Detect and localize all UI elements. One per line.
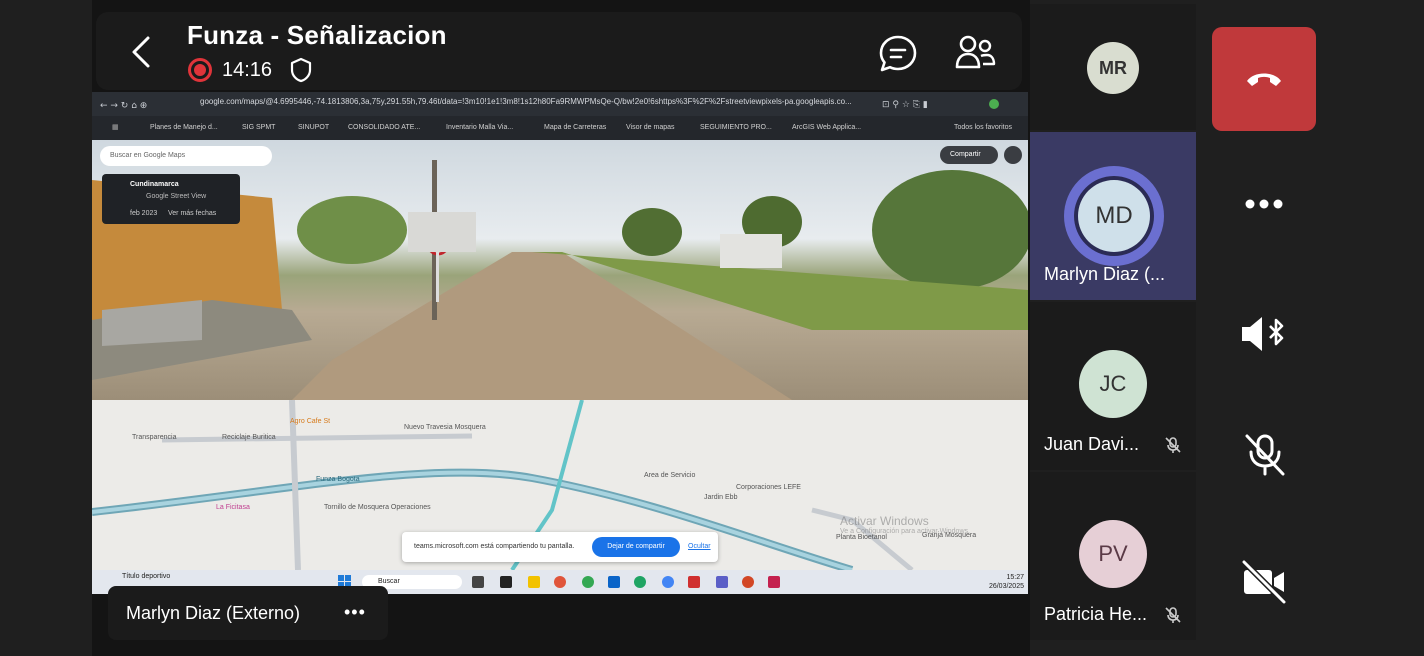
taskbar-app-icons[interactable] [472,574,792,590]
map-label: La Ficitasa [216,504,250,511]
map-label: Nuevo Travesia Mosquera [404,424,486,431]
browser-nav-icons: ← → ↻ ⌂ ⊕ [100,101,147,110]
taskbar-clock: 15:27 26/03/2025 [984,573,1024,591]
bookmark-item[interactable]: SIG SPMT [242,124,275,131]
share-notice-text: teams.microsoft.com está compartiendo tu… [414,543,575,550]
map-label: Transparencia [132,434,177,441]
recording-icon [188,58,212,82]
maps-search-input[interactable]: Buscar en Google Maps [100,146,272,166]
bookmark-item[interactable]: Visor de mapas [626,124,675,131]
bookmarks-bar: ▦ Planes de Manejo d... SIG SPMT SINUPOT… [92,116,1028,140]
shield-icon[interactable] [289,57,313,83]
close-icon[interactable] [1004,146,1022,164]
taskbar-weather[interactable]: Título deportivo [122,573,170,580]
map-label: Jardin Ebb [704,494,738,501]
participant-name: Marlyn Diaz (... [1044,264,1166,284]
road-label: Funza Bogota [316,476,360,483]
map-label: Corporaciones LEFE [736,484,801,491]
bookmark-item[interactable]: ArcGIS Web Applica... [792,124,861,131]
bookmark-item[interactable]: SINUPOT [298,124,329,131]
map-label: Planta Bioetanol [836,534,887,541]
svg-text:⊡ ⚲ ☆ ⎘ ▮: ⊡ ⚲ ☆ ⎘ ▮ [882,100,928,110]
presenter-name: Marlyn Diaz (Externo) [126,603,301,623]
more-actions-icon[interactable] [1244,196,1284,212]
end-call-button[interactable] [1212,27,1316,131]
camera-off-icon[interactable] [1240,560,1288,604]
microphone-off-icon[interactable] [1243,432,1287,478]
participant-tile[interactable]: JC Juan Davi... [1030,302,1196,470]
participants-icon[interactable] [954,34,996,74]
screen-share-notice: teams.microsoft.com está compartiendo tu… [402,532,718,562]
participant-name: Patricia He... [1044,604,1148,624]
hang-up-icon [1247,73,1281,86]
address-bar[interactable]: google.com/maps/@4.6995446,-74.1813806,3… [200,97,900,111]
street-view-image[interactable]: Buscar en Google Maps Cundinamarca Googl… [92,140,1028,400]
bookmark-item[interactable]: CONSOLIDADO ATE... [348,124,420,131]
map-label: Tornillo de Mosquera Operaciones [324,504,431,511]
bookmark-item[interactable]: SEGUIMIENTO PRO... [700,124,772,131]
bookmark-item[interactable]: Planes de Manejo d... [150,124,218,131]
mic-off-icon [1165,437,1181,453]
map-label: Reciclaje Buritica [222,434,276,441]
avatar: JC [1079,350,1147,418]
avatar: MR [1087,42,1139,94]
participant-tile[interactable]: PV Patricia He... [1030,472,1196,640]
stop-sharing-button[interactable]: Dejar de compartir [592,537,680,557]
place-name: Cundinamarca [130,181,179,188]
shared-screen[interactable]: ← → ↻ ⌂ ⊕ google.com/maps/@4.6995446,-74… [92,92,1028,594]
bookmark-item[interactable]: Mapa de Carreteras [544,124,606,131]
place-card: Cundinamarca Google Street View feb 2023… [102,174,240,224]
browser-toolbar: ← → ↻ ⌂ ⊕ google.com/maps/@4.6995446,-74… [92,92,1028,116]
apps-icon: ▦ [112,124,119,131]
taskbar-time: 15:27 [1006,574,1024,581]
back-arrow-icon[interactable] [126,34,158,70]
participant-name: Juan Davi... [1044,434,1140,454]
meeting-title: Funza - Señalizacion [187,20,447,50]
share-button[interactable]: Compartir [940,146,998,164]
map-view[interactable]: Transparencia Reciclaje Buritica Agro Ca… [92,400,1028,570]
taskbar-date: 26/03/2025 [988,583,1024,590]
presenter-name-tag: Marlyn Diaz (Externo) ••• [108,586,388,640]
bookmark-item[interactable]: Todos los favoritos [954,124,1012,131]
avatar: MD [1078,180,1150,252]
call-timer: 14:16 [222,59,273,81]
watermark-sub: Ve a Configuración para activar Windows. [840,528,970,535]
browser-action-icons: ⊡ ⚲ ☆ ⎘ ▮ [882,99,999,110]
mic-off-icon [1165,607,1181,623]
participant-tile-active-speaker[interactable]: MD Marlyn Diaz (... [1030,132,1196,300]
more-options-icon[interactable]: ••• [344,602,366,623]
watermark-title: Activar Windows [840,514,929,528]
bookmark-item[interactable]: Inventario Malla Via... [446,124,513,131]
hide-notice-link[interactable]: Ocultar [688,543,711,550]
place-date: feb 2023 [130,210,158,217]
map-label: Area de Servicio [644,472,696,479]
place-sub: Google Street View [146,193,207,200]
svg-text:← → ↻ ⌂ ⊕: ← → ↻ ⌂ ⊕ [100,101,147,110]
participant-tile[interactable]: MR [1030,4,1196,130]
chat-icon[interactable] [878,34,918,74]
activate-windows-watermark: Activar Windows Ve a Configuración para … [840,514,970,535]
more-dates-link[interactable]: Ver más fechas [168,210,216,217]
avatar: PV [1079,520,1147,588]
bluetooth-speaker-icon[interactable] [1240,314,1288,354]
map-label: Agro Cafe St [290,418,331,425]
